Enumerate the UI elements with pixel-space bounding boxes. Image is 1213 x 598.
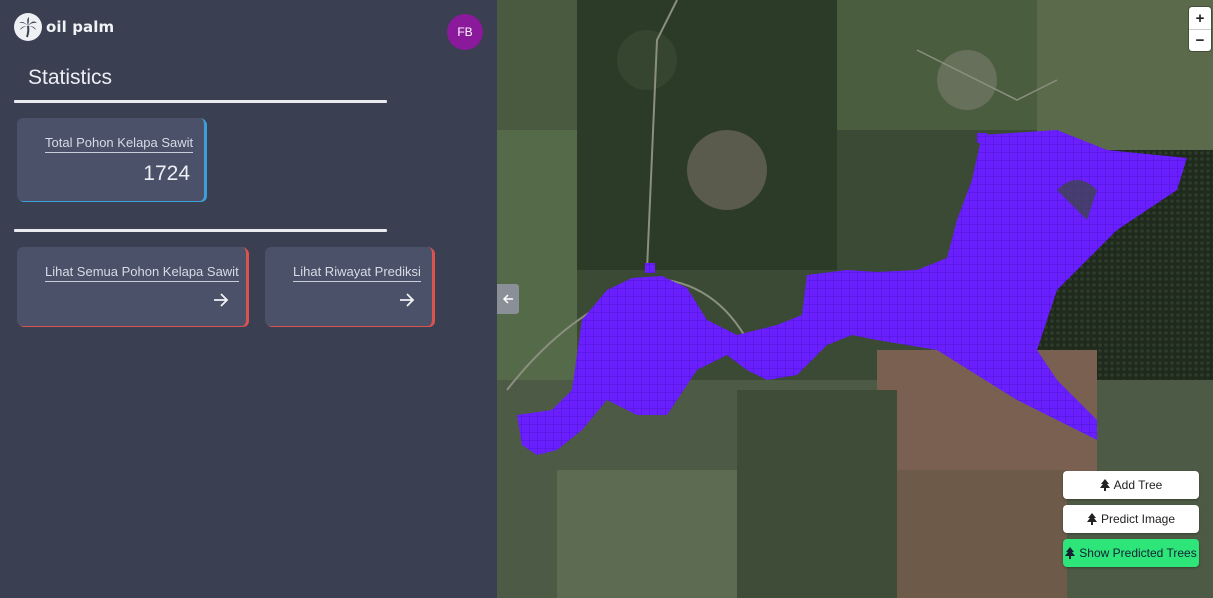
- predict-image-button[interactable]: Predict Image: [1063, 505, 1199, 533]
- zoom-out-button[interactable]: −: [1189, 29, 1211, 51]
- add-tree-label: Add Tree: [1113, 478, 1163, 492]
- total-trees-card: Total Pohon Kelapa Sawit 1724: [17, 118, 206, 201]
- palm-tree-icon: [14, 13, 42, 41]
- sidebar: oil palm FB Statistics Total Pohon Kelap…: [0, 0, 497, 598]
- app-name: oil palm: [46, 18, 115, 36]
- arrow-right-icon: [400, 293, 415, 307]
- zoom-in-button[interactable]: +: [1189, 7, 1211, 29]
- view-all-trees-label: Lihat Semua Pohon Kelapa Sawit: [45, 264, 239, 282]
- divider: [14, 229, 387, 232]
- collapse-sidebar-button[interactable]: [497, 284, 519, 314]
- add-tree-button[interactable]: Add Tree: [1063, 471, 1199, 499]
- prediction-history-label: Lihat Riwayat Prediksi: [293, 264, 421, 282]
- divider: [14, 100, 387, 103]
- satellite-map[interactable]: + − Add Tree Predict Image Show Predicte…: [497, 0, 1213, 598]
- show-predicted-trees-button[interactable]: Show Predicted Trees: [1063, 539, 1199, 567]
- view-all-trees-card[interactable]: Lihat Semua Pohon Kelapa Sawit: [17, 247, 248, 326]
- brand[interactable]: oil palm: [14, 13, 114, 41]
- total-trees-label: Total Pohon Kelapa Sawit: [45, 135, 194, 153]
- total-trees-value: 1724: [143, 162, 190, 185]
- page-title: Statistics: [28, 66, 113, 89]
- tree-icon: [1099, 479, 1110, 491]
- user-avatar[interactable]: FB: [447, 14, 483, 50]
- predict-image-label: Predict Image: [1100, 512, 1176, 526]
- zoom-control: + −: [1189, 7, 1211, 51]
- tree-icon: [1086, 513, 1097, 525]
- show-predicted-trees-label: Show Predicted Trees: [1079, 546, 1197, 560]
- tree-icon: [1065, 547, 1076, 559]
- arrow-right-icon: [214, 293, 229, 307]
- arrow-left-icon: [502, 294, 513, 304]
- prediction-history-card[interactable]: Lihat Riwayat Prediksi: [265, 247, 434, 326]
